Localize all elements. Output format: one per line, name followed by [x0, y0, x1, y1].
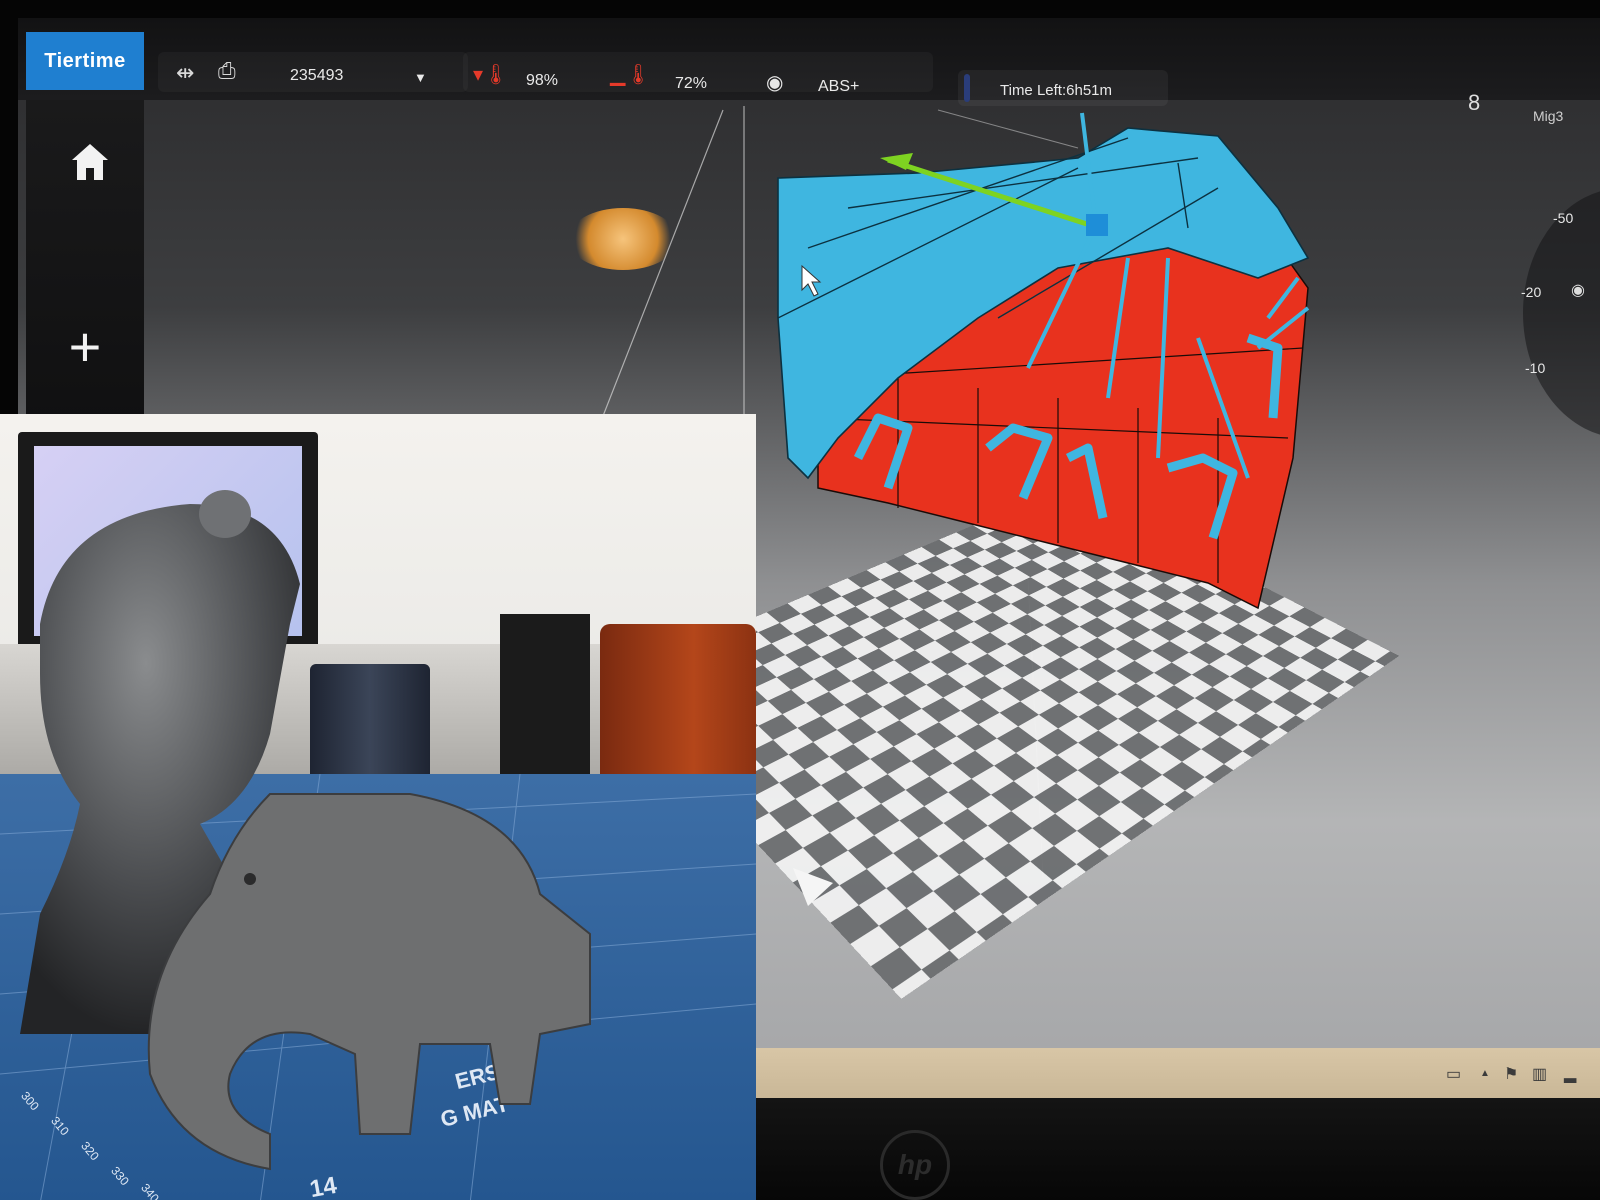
tray-network-icon[interactable]: ▥	[1532, 1064, 1547, 1084]
add-model-button[interactable]: +	[60, 319, 110, 375]
ruler-number: 300	[18, 1088, 42, 1114]
progress-indicator	[964, 74, 970, 102]
tray-expand-icon[interactable]: ▲	[1480, 1068, 1490, 1079]
nozzle-temp-icon: ▾🌡	[473, 64, 509, 86]
hp-logo: hp	[880, 1130, 950, 1200]
ruler-number: 320	[78, 1138, 102, 1164]
os-taskbar: ▭ ▲ ⚑ ▥ ▂	[740, 1048, 1600, 1098]
material-icon: ◉	[766, 72, 784, 94]
nozzle-temp-value: 98%	[526, 72, 559, 89]
ruler-number: 310	[48, 1113, 72, 1139]
user-profile-icon[interactable]: 8	[1468, 90, 1480, 116]
printer-icon[interactable]: ⎙	[218, 58, 236, 84]
inset-photo: ERS G MAT 300 310 320 330 340 14	[0, 414, 756, 1200]
material-label: ABS+	[818, 78, 860, 95]
printer-id: 235493	[290, 67, 344, 84]
profile-name[interactable]: Mig3	[1533, 108, 1563, 124]
top-toolbar: Tiertime ⇹ ⎙ 235493 ▼ ▾🌡 98% ▁🌡 72% ◉ AB…	[18, 18, 1600, 106]
dial-tick-3: -10	[1525, 360, 1546, 376]
usb-icon[interactable]: ⇹	[176, 60, 194, 86]
tray-folder-icon[interactable]: ▭	[1446, 1064, 1461, 1084]
home-icon[interactable]	[68, 140, 112, 184]
gizmo-center	[1086, 214, 1108, 236]
bed-temp-icon: ▁🌡	[610, 64, 651, 86]
photo-black-block	[500, 614, 590, 794]
dial-tick-1: -50	[1553, 210, 1574, 226]
time-left: Time Left:6h51m	[1000, 82, 1112, 99]
tray-signal-icon[interactable]: ▂	[1564, 1064, 1576, 1084]
bed-temp-value: 72%	[675, 75, 708, 92]
elephant-figure	[147, 793, 591, 1171]
platform-corner-marker	[793, 868, 833, 906]
printer-dropdown-arrow[interactable]: ▼	[414, 70, 427, 85]
monitor-bezel	[740, 1098, 1600, 1200]
left-navigation: +	[26, 100, 144, 430]
brand-logo[interactable]: Tiertime	[26, 32, 144, 90]
tray-flag-icon[interactable]: ⚑	[1504, 1064, 1518, 1084]
dial-tick-2: -20	[1521, 284, 1542, 300]
eye-icon[interactable]: ◉	[1571, 280, 1585, 300]
